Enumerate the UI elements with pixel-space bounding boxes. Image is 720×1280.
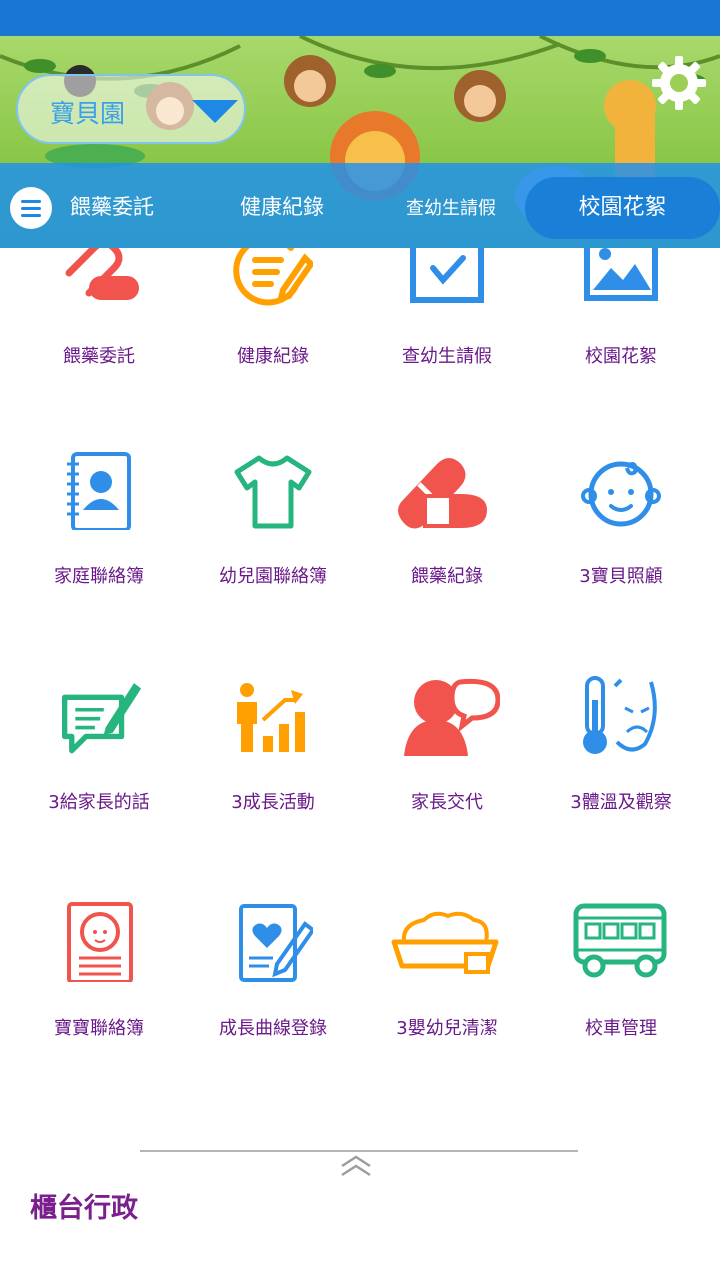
grid-item-campus-moments[interactable]: 校園花絮 [534, 248, 708, 378]
grid-item-message-to-parents[interactable]: 3給家長的話 [12, 670, 186, 870]
grid-item-label: 家庭聯絡簿 [54, 566, 144, 587]
section-divider [140, 1150, 578, 1152]
grid-item-baby-contact-book[interactable]: 寶寶聯絡簿 [12, 896, 186, 1096]
medicine-pill-icon [65, 248, 139, 300]
grid-item-parent-instructions[interactable]: 家長交代 [360, 670, 534, 870]
message-pen-icon [62, 683, 142, 754]
grid-item-label: 餵藥紀錄 [411, 566, 483, 587]
grid-item-label: 3成長活動 [231, 792, 315, 813]
baby-notebook-icon [67, 902, 133, 982]
grid-item-baby-care[interactable]: 3寶貝照顧 [534, 444, 708, 644]
person-speech-icon [404, 678, 500, 756]
grid-item-label: 幼兒園聯絡簿 [219, 566, 327, 587]
chevron-down-icon [192, 100, 238, 123]
grid-item-label: 健康紀錄 [237, 346, 309, 367]
check-box-icon [410, 248, 484, 303]
heart-document-icon [239, 904, 313, 982]
grid-item-label: 家長交代 [411, 792, 483, 813]
grid-item-health-records[interactable]: 健康紀錄 [186, 248, 360, 378]
section-title: 櫃台行政 [30, 1193, 138, 1224]
picture-icon [584, 248, 658, 301]
feature-grid: 餵藥委託 健康紀錄 查幼生請假 校園花絮 家庭聯絡簿 幼兒園聯絡簿 餵藥紀錄 3… [0, 248, 720, 1128]
tab-health-records[interactable]: 健康紀錄 [240, 191, 324, 221]
grid-item-temperature-observation[interactable]: 3體溫及觀察 [534, 670, 708, 870]
grid-item-label: 3嬰幼兒清潔 [396, 1018, 498, 1039]
growth-chart-icon [237, 683, 305, 752]
status-bar [0, 0, 720, 36]
notes-pencil-icon [233, 248, 313, 306]
chevron-up-icon[interactable] [340, 1154, 372, 1178]
tab-leave-check[interactable]: 查幼生請假 [406, 194, 496, 220]
grid-item-leave-check[interactable]: 查幼生請假 [360, 248, 534, 378]
tab-campus-moments[interactable]: 校園花絮 [525, 177, 720, 239]
menu-button[interactable] [10, 187, 52, 229]
grid-item-label: 校車管理 [585, 1018, 657, 1039]
header-banner: 寶貝園 餵藥委託 健康紀錄 查幼生請假 校園花絮 [0, 36, 720, 248]
school-bus-icon [573, 903, 667, 978]
grid-item-label: 查幼生請假 [402, 346, 492, 367]
grid-item-label: 餵藥委託 [63, 346, 135, 367]
grid-item-kindergarten-contact-book[interactable]: 幼兒園聯絡簿 [186, 444, 360, 644]
school-selector[interactable]: 寶貝園 [16, 74, 246, 144]
tab-medicine-request[interactable]: 餵藥委託 [70, 191, 154, 221]
thermometer-face-icon [583, 676, 657, 754]
grid-item-label: 寶寶聯絡簿 [54, 1018, 144, 1039]
bathtub-icon [391, 911, 499, 974]
gear-icon[interactable] [650, 54, 708, 112]
grid-item-growth-curve[interactable]: 成長曲線登錄 [186, 896, 360, 1096]
school-name: 寶貝園 [50, 99, 126, 128]
grid-item-medicine-request[interactable]: 餵藥委託 [12, 248, 186, 378]
grid-item-label: 3寶貝照顧 [579, 566, 663, 587]
grid-item-label: 3給家長的話 [48, 792, 150, 813]
grid-item-label: 3體溫及觀察 [570, 792, 672, 813]
capsule-icon [398, 458, 488, 529]
grid-item-school-bus[interactable]: 校車管理 [534, 896, 708, 1096]
grid-item-label: 成長曲線登錄 [219, 1018, 327, 1039]
grid-item-infant-cleaning[interactable]: 3嬰幼兒清潔 [360, 896, 534, 1096]
baby-face-icon [581, 461, 661, 527]
grid-item-growth-activities[interactable]: 3成長活動 [186, 670, 360, 870]
grid-item-medicine-records[interactable]: 餵藥紀錄 [360, 444, 534, 644]
quick-tab-bar: 餵藥委託 健康紀錄 查幼生請假 校園花絮 [0, 163, 720, 248]
grid-item-family-contact-book[interactable]: 家庭聯絡簿 [12, 444, 186, 644]
contact-book-icon [67, 452, 131, 530]
grid-item-label: 校園花絮 [585, 346, 657, 367]
tshirt-icon [234, 455, 312, 529]
